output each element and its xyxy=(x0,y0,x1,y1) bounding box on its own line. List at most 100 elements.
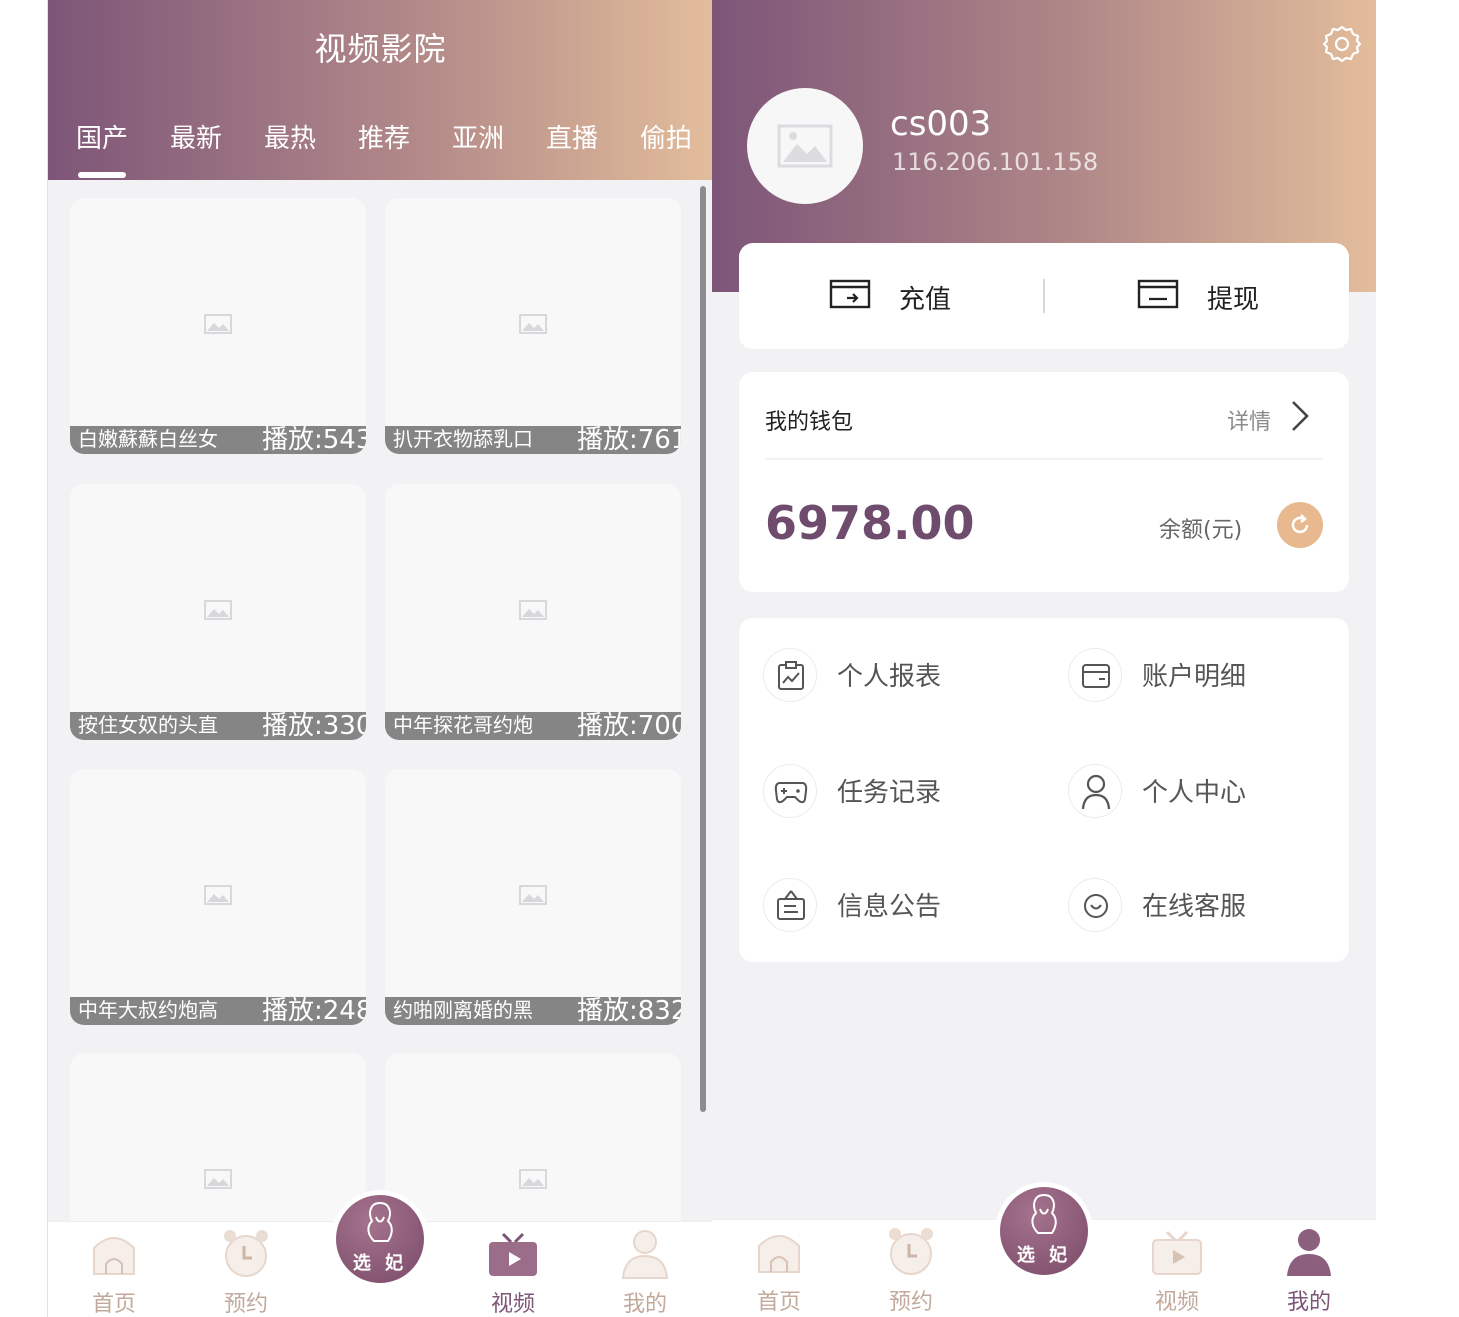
bottom-nav: 首页 预约 选 妃 视频 我的 xyxy=(712,1182,1376,1317)
active-tab-indicator xyxy=(78,172,126,178)
nav-mine-label: 我的 xyxy=(1286,1290,1331,1315)
play-count: 播放:761 xyxy=(577,425,681,454)
wallet-in-icon xyxy=(829,279,871,309)
chevron-right-icon xyxy=(1292,401,1309,431)
alarm-clock-icon xyxy=(224,1230,268,1277)
scrollbar[interactable] xyxy=(700,186,706,1112)
avatar[interactable] xyxy=(747,88,863,204)
video-title: 按住女奴的头直 xyxy=(78,713,218,737)
menu-label: 信息公告 xyxy=(837,892,942,922)
tab-live[interactable]: 直播 xyxy=(546,118,640,155)
nav-booking-label: 预约 xyxy=(223,1292,268,1317)
video-card[interactable]: 按住女奴的头直 播放:330 xyxy=(70,484,366,740)
divider xyxy=(765,458,1323,460)
menu-announcements[interactable]: 信息公告 xyxy=(763,876,1063,936)
recharge-label: 充值 xyxy=(899,285,952,315)
category-tabs: 国产 最新 最热 推荐 亚洲 直播 偷拍 xyxy=(76,118,712,155)
video-theater-screen: 视频影院 国产 最新 最热 推荐 亚洲 直播 偷拍 白嫩蘇蘇白丝女 播放:543… xyxy=(47,0,712,1317)
nav-home-label: 首页 xyxy=(756,1290,801,1315)
tab-candid[interactable]: 偷拍 xyxy=(640,118,712,155)
video-title: 中年大叔约炮高 xyxy=(78,998,218,1022)
recharge-button[interactable]: 充值 xyxy=(829,277,979,317)
image-placeholder-icon xyxy=(204,885,232,905)
tab-asia[interactable]: 亚洲 xyxy=(452,118,546,155)
wallet-card: 我的钱包 详情 6978.00 余额(元) xyxy=(739,372,1349,592)
action-bar: 充值 提现 xyxy=(739,243,1349,349)
image-placeholder-icon xyxy=(519,314,547,334)
gamepad-icon xyxy=(763,764,817,818)
image-placeholder-icon xyxy=(519,600,547,620)
menu-account-details[interactable]: 账户明细 xyxy=(1068,646,1368,706)
menu-label: 在线客服 xyxy=(1142,892,1247,922)
video-card[interactable]: 扒开衣物舔乳口 播放:761 xyxy=(385,198,681,454)
menu-online-service[interactable]: 在线客服 xyxy=(1068,876,1368,936)
select-concubine-button[interactable]: 选 妃 xyxy=(995,1182,1093,1280)
image-placeholder-icon xyxy=(519,1169,547,1189)
tab-latest[interactable]: 最新 xyxy=(170,118,264,155)
play-count: 播放:543 xyxy=(262,425,366,454)
withdraw-button[interactable]: 提现 xyxy=(1137,277,1287,317)
play-count: 播放:330 xyxy=(262,711,366,740)
image-placeholder-icon xyxy=(777,124,833,168)
select-concubine-label: 选 妃 xyxy=(352,1253,408,1274)
user-icon xyxy=(1068,764,1122,818)
video-card[interactable]: 白嫩蘇蘇白丝女 播放:543 xyxy=(70,198,366,454)
alarm-clock-icon xyxy=(889,1228,933,1275)
home-icon xyxy=(758,1235,800,1273)
video-title: 扒开衣物舔乳口 xyxy=(393,427,533,451)
menu-task-records[interactable]: 任务记录 xyxy=(763,762,1063,822)
menu-label: 账户明细 xyxy=(1142,662,1247,692)
menu-label: 个人报表 xyxy=(837,662,942,692)
refresh-icon xyxy=(1291,514,1309,534)
menu-card: 个人报表 账户明细 任务记录 个人中心 信息公告 在线客服 xyxy=(739,618,1349,962)
report-icon xyxy=(763,648,817,702)
home-icon xyxy=(93,1237,135,1275)
username: cs003 xyxy=(890,104,992,144)
divider xyxy=(1043,279,1045,313)
nav-home-label: 首页 xyxy=(91,1292,136,1317)
image-placeholder-icon xyxy=(204,1169,232,1189)
video-card[interactable]: 中年大叔约炮高 播放:248 xyxy=(70,769,366,1025)
video-title: 中年探花哥约炮 xyxy=(393,713,533,737)
image-placeholder-icon xyxy=(204,314,232,334)
tab-hottest[interactable]: 最热 xyxy=(264,118,358,155)
balance-label: 余额(元) xyxy=(1159,518,1243,543)
menu-personal-report[interactable]: 个人报表 xyxy=(763,646,1063,706)
wallet-detail-link[interactable]: 详情 xyxy=(1227,398,1327,438)
video-title: 约啪刚离婚的黑 xyxy=(393,998,533,1022)
play-count: 播放:832 xyxy=(577,996,681,1025)
balance-amount: 6978.00 xyxy=(765,496,975,550)
tab-recommended[interactable]: 推荐 xyxy=(358,118,452,155)
settings-gear-icon[interactable] xyxy=(1322,24,1362,64)
menu-label: 个人中心 xyxy=(1142,778,1247,808)
image-placeholder-icon xyxy=(204,600,232,620)
play-count: 播放:248 xyxy=(262,996,366,1025)
person-icon xyxy=(1287,1229,1331,1276)
person-icon xyxy=(621,1230,669,1279)
select-concubine-button[interactable]: 选 妃 xyxy=(331,1190,429,1288)
theater-header: 视频影院 国产 最新 最热 推荐 亚洲 直播 偷拍 xyxy=(48,0,712,180)
bottom-nav: 首页 预约 选 妃 视频 我的 xyxy=(48,1190,712,1317)
page-title: 视频影院 xyxy=(314,30,447,68)
menu-label: 任务记录 xyxy=(837,778,942,808)
wallet-detail-label: 详情 xyxy=(1227,410,1272,435)
image-placeholder-icon xyxy=(519,885,547,905)
tv-play-icon xyxy=(489,1232,537,1276)
tv-play-icon xyxy=(1152,1230,1202,1275)
nav-video-label: 视频 xyxy=(1154,1290,1199,1315)
play-count: 播放:700 xyxy=(577,711,681,740)
withdraw-label: 提现 xyxy=(1207,285,1260,315)
video-card[interactable]: 约啪刚离婚的黑 播放:832 xyxy=(385,769,681,1025)
woman-silhouette-icon xyxy=(367,1201,393,1242)
menu-personal-center[interactable]: 个人中心 xyxy=(1068,762,1368,822)
video-card[interactable]: 中年探花哥约炮 播放:700 xyxy=(385,484,681,740)
refresh-button[interactable] xyxy=(1277,502,1323,548)
customer-service-icon xyxy=(1068,878,1122,932)
tab-domestic[interactable]: 国产 xyxy=(76,118,170,155)
video-title: 白嫩蘇蘇白丝女 xyxy=(78,427,218,451)
woman-silhouette-icon xyxy=(1031,1193,1057,1234)
profile-screen: cs003 116.206.101.158 充值 提现 我的钱包 详情 6978… xyxy=(712,0,1376,1317)
wallet-icon xyxy=(1068,648,1122,702)
select-concubine-label: 选 妃 xyxy=(1016,1245,1072,1266)
nav-video-label: 视频 xyxy=(490,1292,535,1317)
